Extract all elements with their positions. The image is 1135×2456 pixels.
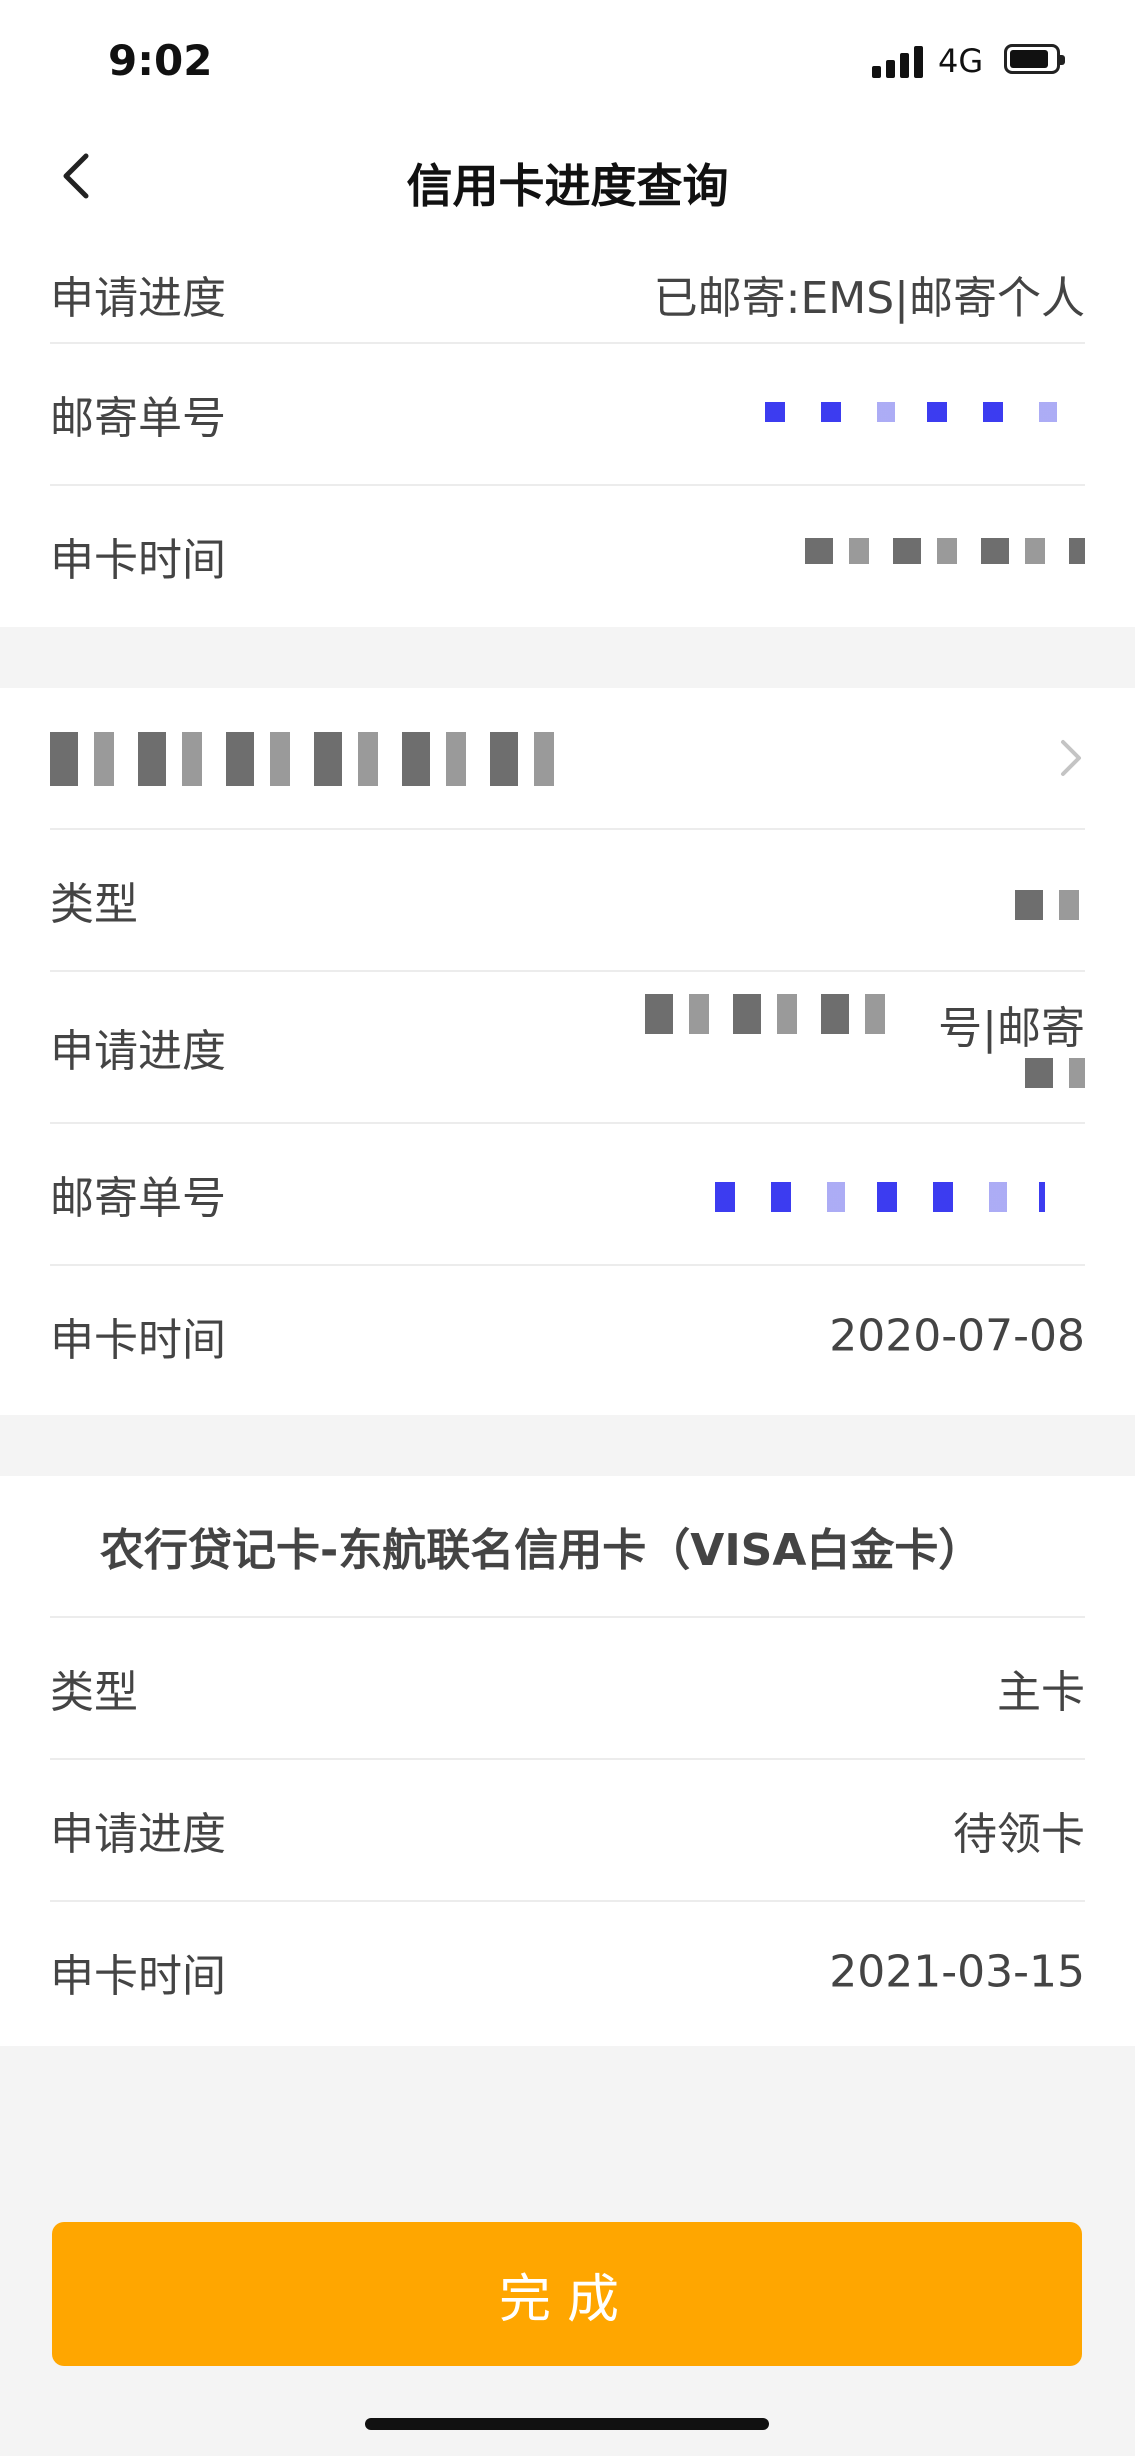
row-value: 待领卡 — [953, 1809, 1085, 1860]
row-label: 申卡时间 — [50, 535, 226, 586]
row-progress: 申请进度 号|邮寄 — [50, 972, 1085, 1124]
row-label: 邮寄单号 — [50, 1173, 226, 1224]
row-progress: 申请进度 已邮寄:EMS|邮寄个人 — [50, 232, 1085, 344]
card-application-3: 农行贷记卡-东航联名信用卡（VISA白金卡） 类型 主卡 申请进度 待领卡 申卡… — [0, 1476, 1135, 2046]
row-tracking-number: 邮寄单号 — [50, 344, 1085, 486]
redacted-card-name — [50, 732, 570, 786]
network-type: 4G — [938, 42, 984, 80]
row-apply-date: 申卡时间 2020-07-08 — [50, 1266, 1085, 1406]
redacted-progress — [645, 994, 905, 1034]
status-bar: 9:02 4G — [0, 0, 1135, 120]
row-label: 申请进度 — [50, 1809, 226, 1860]
card-application-1: 申请进度 已邮寄:EMS|邮寄个人 邮寄单号 申卡时间 — [0, 232, 1135, 627]
redacted-progress-line2 — [1025, 1058, 1085, 1088]
row-label: 申请进度 — [50, 273, 226, 324]
row-type: 类型 主卡 — [50, 1618, 1085, 1760]
redacted-type — [1015, 890, 1085, 920]
redacted-apply-date — [805, 538, 1085, 564]
row-value: 主卡 — [997, 1667, 1085, 1718]
row-value: 2020-07-08 — [829, 1310, 1085, 1362]
card-header[interactable] — [50, 688, 1085, 830]
row-apply-date: 申卡时间 2021-03-15 — [50, 1902, 1085, 2042]
chevron-right-icon[interactable] — [1057, 738, 1085, 778]
row-value: 号|邮寄 — [938, 1003, 1085, 1054]
row-type: 类型 — [50, 830, 1085, 972]
row-apply-date: 申卡时间 — [50, 486, 1085, 626]
row-label: 申卡时间 — [50, 1315, 226, 1366]
row-label: 类型 — [50, 879, 138, 930]
redacted-tracking-number — [715, 1182, 1045, 1212]
row-value: 已邮寄:EMS|邮寄个人 — [653, 273, 1085, 324]
page-title: 信用卡进度查询 — [406, 159, 729, 213]
nav-bar: 信用卡进度查询 — [0, 120, 1135, 232]
row-label: 申请进度 — [50, 1026, 226, 1077]
card-title: 农行贷记卡-东航联名信用卡（VISA白金卡） — [100, 1525, 983, 1576]
row-label: 申卡时间 — [50, 1951, 226, 2002]
row-tracking-number: 邮寄单号 — [50, 1124, 1085, 1266]
row-value: 2021-03-15 — [829, 1946, 1085, 1998]
row-label: 邮寄单号 — [50, 393, 226, 444]
card-header: 农行贷记卡-东航联名信用卡（VISA白金卡） — [50, 1476, 1085, 1618]
redacted-tracking-number — [765, 402, 1085, 422]
row-progress: 申请进度 待领卡 — [50, 1760, 1085, 1902]
done-button[interactable]: 完成 — [52, 2222, 1082, 2366]
home-indicator[interactable] — [365, 2418, 769, 2430]
signal-icon — [872, 44, 924, 78]
status-time: 9:02 — [108, 36, 213, 85]
battery-icon — [1004, 44, 1065, 74]
card-application-2[interactable]: 类型 申请进度 号|邮寄 邮寄单号 申卡时间 2020-07-08 — [0, 688, 1135, 1415]
row-label: 类型 — [50, 1667, 138, 1718]
